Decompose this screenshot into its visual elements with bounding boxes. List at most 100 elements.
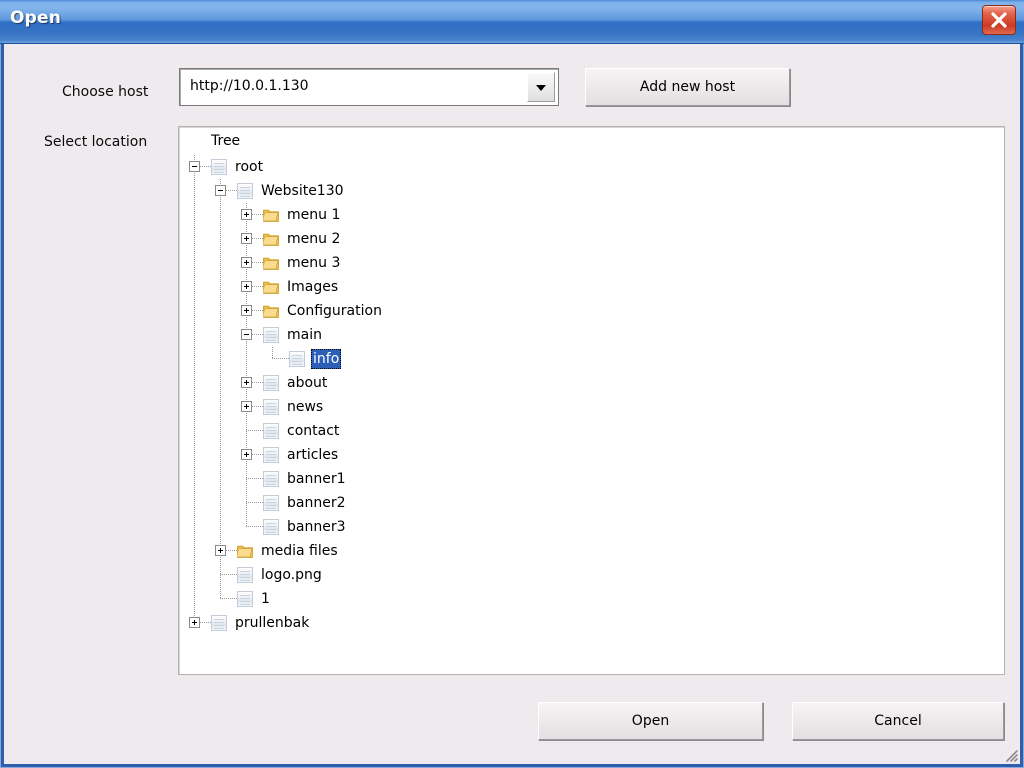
tree-node-label[interactable]: articles: [285, 445, 340, 465]
tree-guide-line: [246, 430, 263, 431]
tree-row[interactable]: prullenbak: [179, 611, 1004, 635]
tree-guide-line: [194, 251, 195, 275]
title-bar[interactable]: Open: [0, 0, 1024, 44]
tree-node-label[interactable]: Images: [285, 277, 340, 297]
folder-icon: [263, 280, 279, 294]
tree-node-label[interactable]: menu 2: [285, 229, 342, 249]
chevron-down-icon[interactable]: [527, 72, 555, 102]
tree-row[interactable]: Website130: [179, 179, 1004, 203]
tree-guide-line: [220, 323, 221, 347]
tree-expand-icon[interactable]: [189, 617, 200, 628]
document-icon: [211, 615, 227, 631]
tree-guide-line: [246, 467, 247, 491]
tree-guide-line: [194, 227, 195, 251]
tree-node-label[interactable]: about: [285, 373, 329, 393]
tree-node-label[interactable]: info: [311, 349, 341, 369]
document-icon: [237, 567, 253, 583]
cancel-button[interactable]: Cancel: [792, 702, 1004, 740]
tree-header-row: Tree: [179, 131, 1004, 155]
tree-node-label[interactable]: news: [285, 397, 325, 417]
tree-expand-icon[interactable]: [241, 377, 252, 388]
tree-node-label[interactable]: banner3: [285, 517, 348, 537]
tree-collapse-icon[interactable]: [215, 185, 226, 196]
tree-row[interactable]: Images: [179, 275, 1004, 299]
tree-row[interactable]: menu 1: [179, 203, 1004, 227]
tree-guide-line: [246, 478, 263, 479]
tree-node-label[interactable]: main: [285, 325, 324, 345]
tree-expand-icon[interactable]: [241, 233, 252, 244]
tree-row[interactable]: news: [179, 395, 1004, 419]
resize-grip-icon[interactable]: [1002, 746, 1018, 762]
tree-collapse-icon[interactable]: [241, 329, 252, 340]
close-button[interactable]: [982, 5, 1016, 35]
tree-node-label[interactable]: logo.png: [259, 565, 324, 585]
tree-guide-line: [220, 251, 221, 275]
tree-row[interactable]: banner1: [179, 467, 1004, 491]
add-new-host-button[interactable]: Add new host: [585, 68, 790, 106]
open-dialog-window: Open Choose host Select location http://…: [0, 0, 1024, 768]
tree-row[interactable]: menu 2: [179, 227, 1004, 251]
tree-guide-line: [220, 491, 221, 515]
tree-node-label[interactable]: prullenbak: [233, 613, 311, 633]
tree-node-label[interactable]: 1: [259, 589, 272, 609]
tree-guide-line: [246, 347, 247, 371]
tree-node-label[interactable]: media files: [259, 541, 340, 561]
document-icon: [263, 519, 279, 535]
tree-expand-icon[interactable]: [241, 281, 252, 292]
tree-row[interactable]: about: [179, 371, 1004, 395]
tree-node-label[interactable]: menu 3: [285, 253, 342, 273]
tree-guide-line: [194, 587, 195, 611]
tree-node-label[interactable]: Configuration: [285, 301, 384, 321]
host-combobox-value: http://10.0.1.130: [190, 78, 309, 94]
document-icon: [263, 447, 279, 463]
document-icon: [289, 351, 305, 367]
tree-guide-line: [194, 491, 195, 515]
tree-expand-icon[interactable]: [241, 257, 252, 268]
tree-expand-icon[interactable]: [241, 305, 252, 316]
tree-guide-line: [220, 275, 221, 299]
tree-row[interactable]: banner3: [179, 515, 1004, 539]
host-combobox[interactable]: http://10.0.1.130: [179, 68, 559, 106]
tree-expand-icon[interactable]: [215, 545, 226, 556]
tree-row[interactable]: articles: [179, 443, 1004, 467]
tree-guide-line: [246, 502, 263, 503]
document-icon: [263, 495, 279, 511]
tree-expand-icon[interactable]: [241, 401, 252, 412]
tree-row[interactable]: media files: [179, 539, 1004, 563]
tree-node-label[interactable]: Website130: [259, 181, 346, 201]
tree-guide-line: [194, 347, 195, 371]
tree-node-label[interactable]: contact: [285, 421, 341, 441]
select-location-label: Select location: [44, 134, 147, 150]
tree-row[interactable]: main: [179, 323, 1004, 347]
folder-icon: [263, 256, 279, 270]
folder-icon: [263, 304, 279, 318]
tree-guide-line: [194, 275, 195, 299]
tree-guide-line: [220, 371, 221, 395]
tree-row[interactable]: menu 3: [179, 251, 1004, 275]
tree-expand-icon[interactable]: [241, 449, 252, 460]
dialog-body: Choose host Select location http://10.0.…: [4, 44, 1020, 764]
tree-node-label[interactable]: menu 1: [285, 205, 342, 225]
tree-node-label[interactable]: root: [233, 157, 265, 177]
tree-expand-icon[interactable]: [241, 209, 252, 220]
tree-row[interactable]: logo.png: [179, 563, 1004, 587]
document-icon: [263, 327, 279, 343]
open-button[interactable]: Open: [538, 702, 763, 740]
tree-node-label[interactable]: banner2: [285, 493, 348, 513]
tree-row[interactable]: banner2: [179, 491, 1004, 515]
folder-icon: [237, 544, 253, 558]
tree-guide-line: [220, 467, 221, 491]
tree-collapse-icon[interactable]: [189, 161, 200, 172]
tree-row[interactable]: info: [179, 347, 1004, 371]
tree-node-label[interactable]: banner1: [285, 469, 348, 489]
tree-guide-line: [220, 299, 221, 323]
document-icon: [237, 591, 253, 607]
tree-guide-line: [220, 563, 221, 587]
tree-row[interactable]: contact: [179, 419, 1004, 443]
tree-row[interactable]: 1: [179, 587, 1004, 611]
tree-row[interactable]: Configuration: [179, 299, 1004, 323]
tree-scroll-area[interactable]: Treeroot Website130 menu 1 menu 2 menu 3 Imag…: [179, 131, 1004, 675]
location-tree-panel[interactable]: Treeroot Website130 menu 1 menu 2 menu 3 Imag…: [178, 126, 1005, 675]
tree-guide-line: [194, 563, 195, 587]
tree-row[interactable]: root: [179, 155, 1004, 179]
